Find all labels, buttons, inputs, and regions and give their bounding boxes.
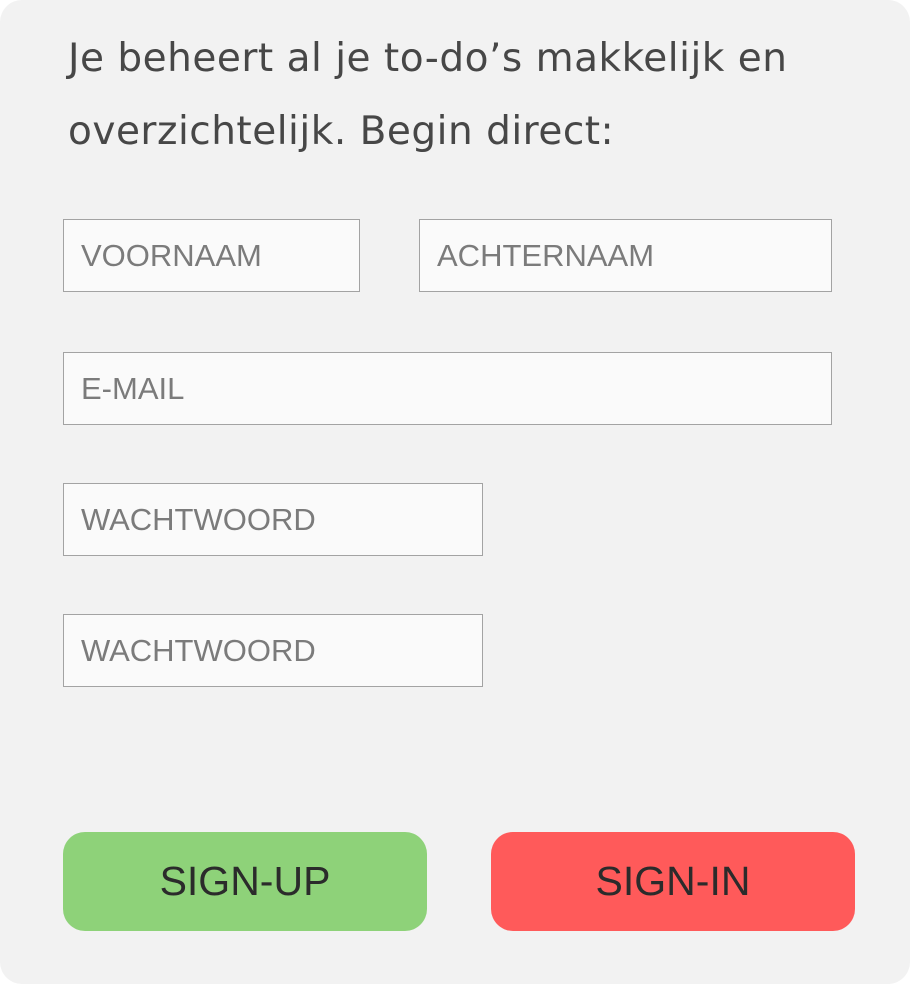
headline-text: Je beheert al je to-do’s makkelijk en ov… <box>68 36 788 154</box>
password-confirm-input[interactable] <box>63 614 483 687</box>
password-input[interactable] <box>63 483 483 556</box>
email-input[interactable] <box>63 352 832 425</box>
signup-card: Je beheert al je to-do’s makkelijk en ov… <box>0 0 910 984</box>
sign-up-button[interactable]: SIGN-UP <box>63 832 427 931</box>
sign-in-button[interactable]: SIGN-IN <box>491 832 855 931</box>
first-name-input[interactable] <box>63 219 360 292</box>
last-name-input[interactable] <box>419 219 832 292</box>
